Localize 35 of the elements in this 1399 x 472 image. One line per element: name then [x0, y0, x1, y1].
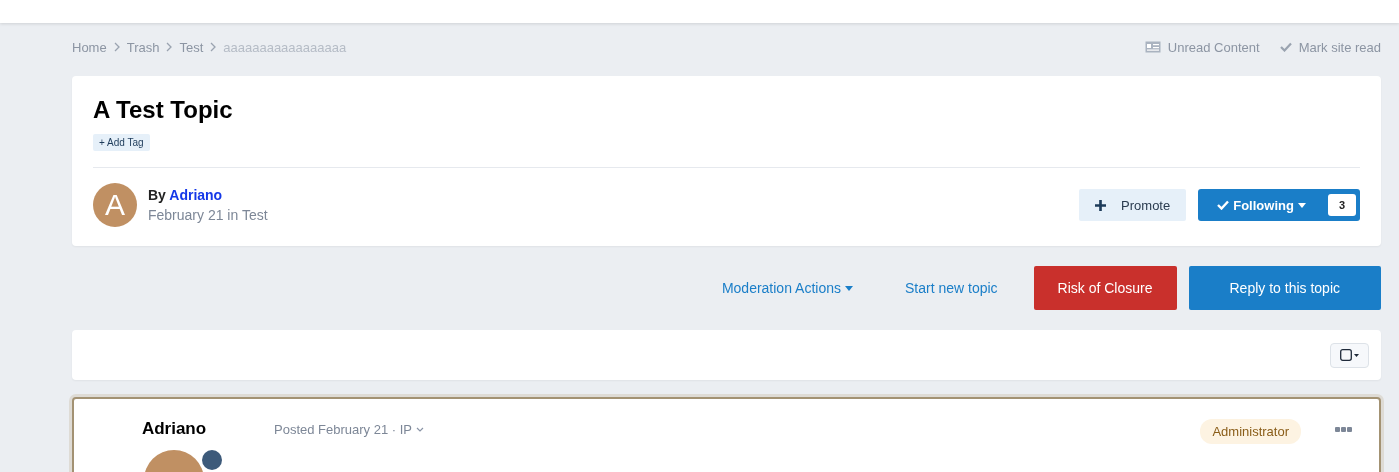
action-button[interactable]: Risk of Closure [1033, 266, 1177, 310]
header-link[interactable]: Mark site read [1279, 39, 1381, 55]
following-button[interactable]: Following 3 [1198, 189, 1360, 221]
caret-icon [1297, 202, 1306, 208]
follower-count: 3 [1327, 194, 1356, 216]
breadcrumb-link[interactable]: Trash [126, 39, 160, 55]
select-toggle-button[interactable] [1330, 342, 1369, 368]
chevron-down-icon [416, 427, 424, 432]
chevron-right-icon [210, 42, 217, 52]
caret-icon [844, 285, 853, 291]
role-badge: Administrator [1200, 419, 1301, 444]
breadcrumb-link[interactable]: Home [72, 39, 107, 55]
chevron-right-icon [166, 42, 173, 52]
action-button[interactable]: Start new topic [884, 266, 1018, 310]
author-link[interactable]: Adriano [169, 187, 223, 203]
checkmark-icon [1279, 42, 1292, 52]
chevron-right-icon [113, 42, 120, 52]
checkmark-icon [1217, 200, 1230, 210]
checkbox-caret-icon [1339, 349, 1360, 361]
more-options-icon[interactable] [1335, 427, 1352, 432]
post-date-link[interactable]: Posted February 21 · IP [274, 422, 424, 437]
avatar: A [93, 183, 137, 227]
promote-button[interactable]: Promote [1079, 189, 1187, 221]
topic-title: A Test Topic [93, 96, 234, 124]
topic-meta: February 21 in Test [148, 207, 268, 223]
by-label: By [148, 187, 166, 203]
action-button[interactable]: Moderation Actions [701, 266, 873, 310]
plus-icon [1095, 199, 1107, 211]
add-tag-button[interactable]: + Add Tag [93, 134, 150, 151]
rank-badge-icon [202, 450, 222, 470]
header-link[interactable]: Unread Content [1144, 39, 1260, 55]
newspaper-icon [1144, 41, 1161, 53]
action-button[interactable]: Reply to this topic [1188, 266, 1381, 310]
breadcrumb-link[interactable]: Test [179, 39, 204, 55]
post-author: Adriano [141, 419, 207, 439]
